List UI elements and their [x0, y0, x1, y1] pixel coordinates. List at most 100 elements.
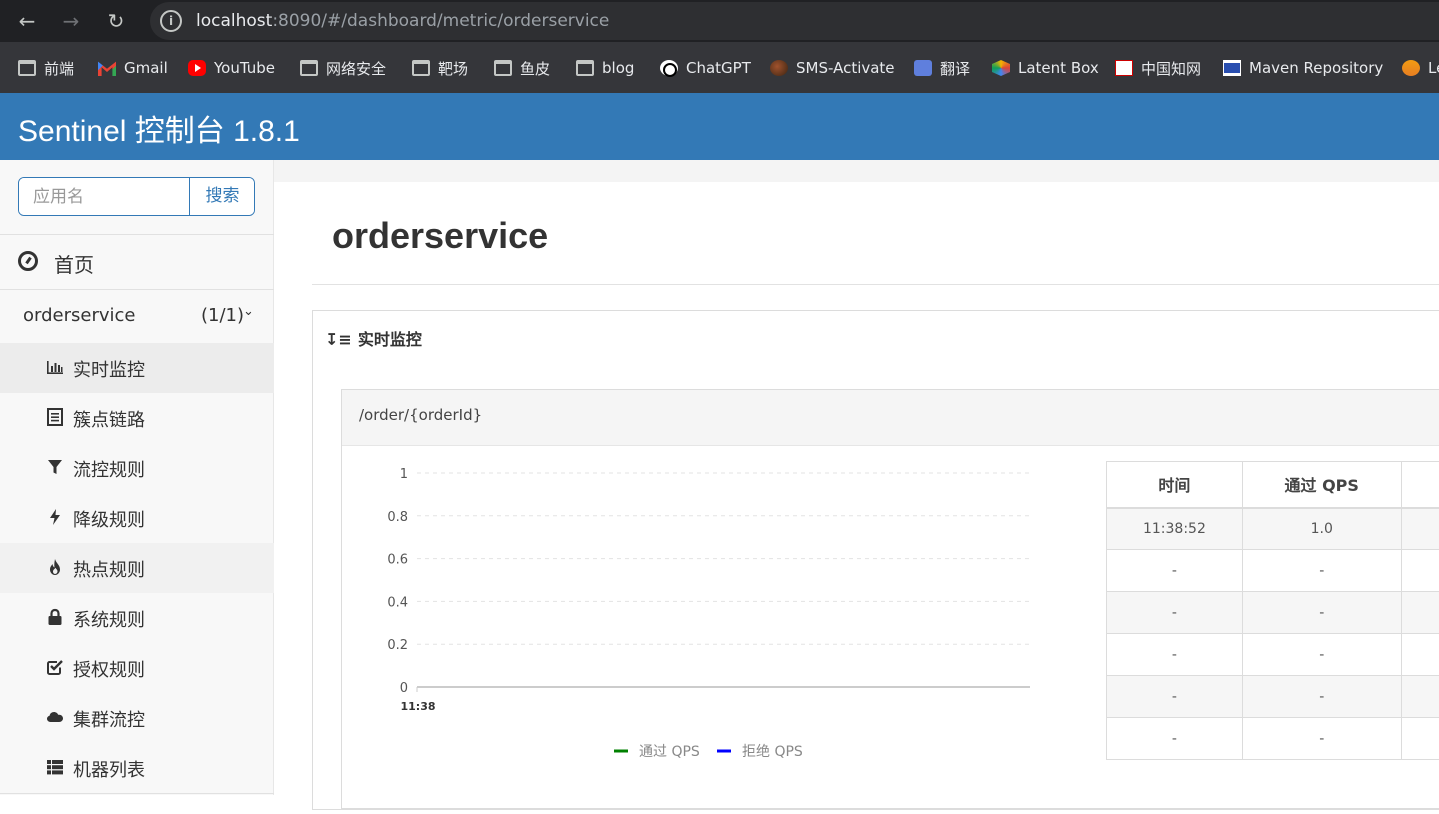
sidebar-item-hotspot-rules[interactable]: 热点规则	[0, 543, 274, 593]
youtube-icon	[188, 60, 206, 76]
panel-title: ↧≡实时监控	[325, 326, 422, 350]
sidebar: 搜索 首页 orderservice (1/1) ⌄ 实时监控 簇点链路 流控规…	[0, 160, 274, 795]
bookmark[interactable]: 中国知网	[1115, 57, 1201, 79]
table-row: - -	[1107, 550, 1439, 592]
bookmark-folder[interactable]: blog	[576, 57, 634, 79]
sidebar-item-label: 降级规则	[73, 506, 145, 532]
url-path: :8090/#/dashboard/metric/orderservice	[272, 11, 609, 31]
sidebar-item-label: 流控规则	[73, 456, 145, 482]
table-cell-pass-qps: -	[1242, 718, 1401, 760]
url-host: localhost	[196, 11, 272, 31]
sidebar-item-cluster-point-link[interactable]: 簇点链路	[0, 393, 274, 443]
table-row: - -	[1107, 676, 1439, 718]
bookmark-folder[interactable]: 网络安全	[300, 57, 386, 79]
back-arrow-icon[interactable]: ←	[14, 8, 40, 34]
divider	[0, 793, 274, 794]
content-area: orderservice ↧≡实时监控 /order/{orderId} 10.…	[274, 182, 1439, 795]
bookmarks-bar: 前端 Gmail YouTube 网络安全 靶场 鱼皮 blog ChatGPT…	[0, 42, 1439, 93]
url-text[interactable]: localhost:8090/#/dashboard/metric/orders…	[196, 11, 609, 31]
table-cell-time: -	[1107, 592, 1243, 634]
app-title[interactable]: Sentinel 控制台 1.8.1	[18, 106, 300, 150]
bookmark[interactable]: ChatGPT	[660, 57, 751, 79]
browser-toolbar: ← → ↻ i localhost:8090/#/dashboard/metri…	[0, 0, 1439, 42]
chevron-down-icon: ⌄	[243, 304, 254, 319]
bookmark-label: 翻译	[940, 58, 970, 79]
sidebar-item-realtime-monitor[interactable]: 实时监控	[0, 343, 274, 393]
legend-label: 通过 QPS	[639, 744, 700, 760]
table-cell-truncated	[1401, 508, 1439, 550]
table-cell-time: -	[1107, 718, 1243, 760]
bookmark[interactable]: Le	[1402, 57, 1439, 79]
x-tick-label: 11:38	[400, 700, 435, 713]
sidebar-item-system-rules[interactable]: 系统规则	[0, 593, 274, 643]
sidebar-item-cluster-flow[interactable]: 集群流控	[0, 693, 274, 743]
bookmark-label: 前端	[44, 58, 74, 79]
column-header-time: 时间	[1107, 462, 1243, 508]
sidebar-item-flow-rules[interactable]: 流控规则	[0, 443, 274, 493]
sidebar-item-label: 热点规则	[73, 556, 145, 582]
site-info-icon[interactable]: i	[160, 10, 182, 32]
y-tick-label: 0	[400, 681, 408, 696]
forward-arrow-icon[interactable]: →	[58, 8, 84, 34]
table-cell-time: 11:38:52	[1107, 508, 1243, 550]
y-tick-label: 0.6	[387, 553, 408, 568]
sidebar-item-degrade-rules[interactable]: 降级规则	[0, 493, 274, 543]
gmail-icon	[98, 60, 116, 76]
table-row: 11:38:52 1.0	[1107, 508, 1439, 550]
folder-icon	[18, 60, 36, 76]
translate-icon	[914, 60, 932, 76]
table-cell-time: -	[1107, 550, 1243, 592]
table-cell-pass-qps: -	[1242, 676, 1401, 718]
main-content: orderservice ↧≡实时监控 /order/{orderId} 10.…	[274, 160, 1439, 795]
bookmark-label: 中国知网	[1141, 58, 1201, 79]
bookmark[interactable]: SMS-Activate	[770, 57, 895, 79]
bookmark-folder[interactable]: 鱼皮	[494, 57, 550, 79]
column-header-truncated	[1401, 462, 1439, 508]
th-list-icon	[46, 758, 64, 776]
app-group-orderservice[interactable]: orderservice (1/1) ⌄	[0, 290, 274, 342]
resource-name: /order/{orderId}	[359, 406, 482, 424]
bookmark-label: YouTube	[214, 59, 275, 77]
fire-icon	[46, 558, 64, 576]
sidebar-item-label: 首页	[54, 249, 94, 278]
table-row: - -	[1107, 634, 1439, 676]
maven-icon	[1223, 60, 1241, 76]
y-tick-label: 0.2	[387, 638, 408, 653]
bar-chart-icon	[46, 358, 64, 376]
reload-icon[interactable]: ↻	[103, 8, 129, 34]
latent-box-icon	[992, 60, 1010, 76]
bookmark[interactable]: Maven Repository	[1223, 57, 1383, 79]
table-row: - -	[1107, 718, 1439, 760]
sms-activate-icon	[770, 60, 788, 76]
sidebar-item-authority-rules[interactable]: 授权规则	[0, 643, 274, 693]
dashboard-icon	[18, 251, 38, 271]
bookmark-label: SMS-Activate	[796, 59, 895, 77]
sidebar-item-home[interactable]: 首页	[0, 235, 274, 289]
bookmark-label: Gmail	[124, 59, 168, 77]
sidebar-item-label: 集群流控	[73, 706, 145, 732]
bookmark-label: 网络安全	[326, 58, 386, 79]
y-tick-label: 0.8	[387, 510, 408, 525]
address-bar[interactable]: i localhost:8090/#/dashboard/metric/orde…	[150, 2, 1439, 40]
table-cell-truncated	[1401, 592, 1439, 634]
folder-icon	[300, 60, 318, 76]
table-cell-truncated	[1401, 634, 1439, 676]
divider	[312, 284, 1439, 285]
folder-icon	[576, 60, 594, 76]
bookmark[interactable]: 翻译	[914, 57, 970, 79]
bookmark-folder[interactable]: 靶场	[412, 57, 468, 79]
bookmark[interactable]: Gmail	[98, 57, 168, 79]
flash-icon	[46, 508, 64, 526]
bookmark-folder[interactable]: 前端	[18, 57, 74, 79]
sidebar-item-machine-list[interactable]: 机器列表	[0, 743, 274, 793]
bookmark[interactable]: Latent Box	[992, 57, 1099, 79]
bookmark-label: Latent Box	[1018, 59, 1099, 77]
leetcode-icon	[1402, 60, 1420, 76]
resource-card-header: /order/{orderId}	[342, 390, 1439, 446]
app-search-input[interactable]	[19, 178, 189, 215]
table-cell-truncated	[1401, 676, 1439, 718]
bookmark[interactable]: YouTube	[188, 57, 275, 79]
cloud-icon	[46, 708, 64, 726]
search-button[interactable]: 搜索	[189, 178, 255, 215]
app-search: 搜索	[18, 177, 255, 216]
